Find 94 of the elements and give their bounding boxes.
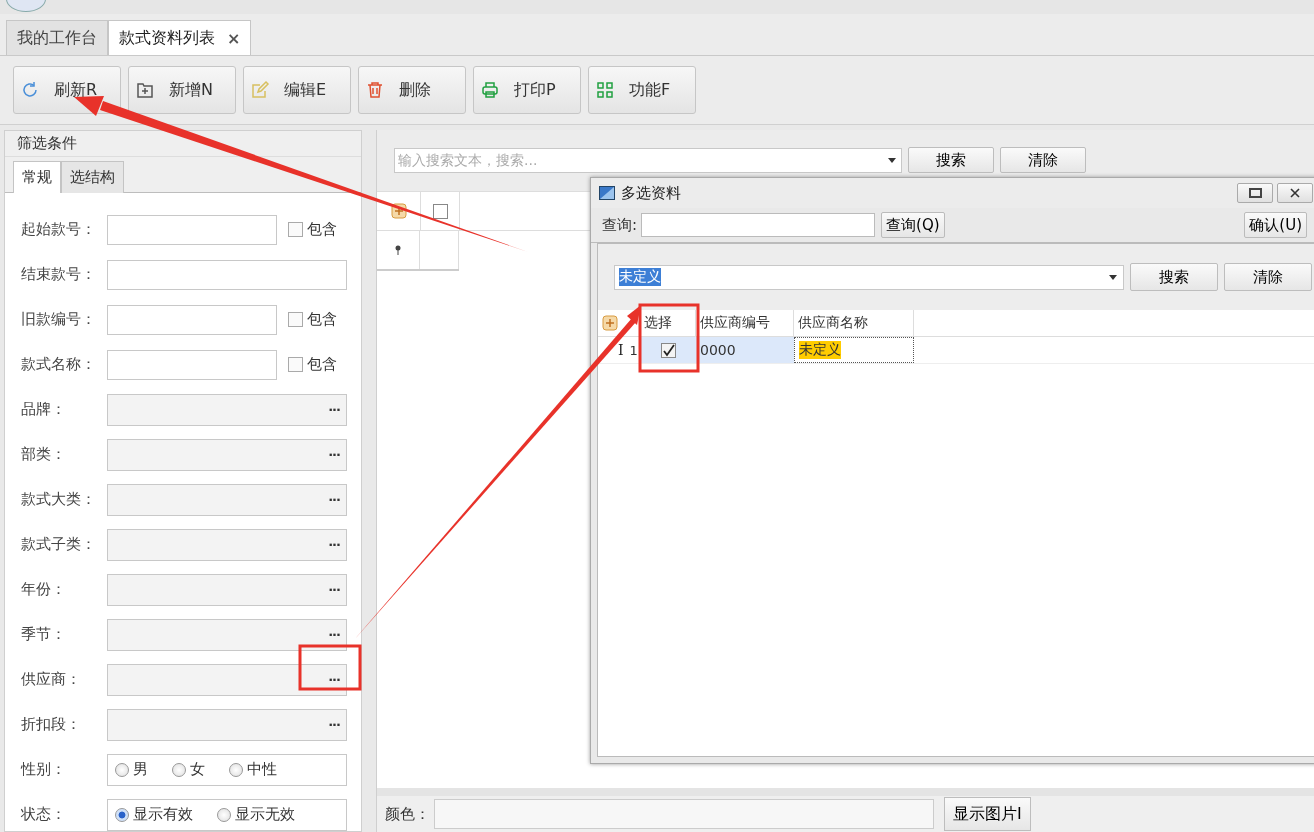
action-button[interactable]: 搜索 <box>1130 263 1218 291</box>
lookup-field[interactable]: ··· <box>107 618 347 651</box>
lookup-field[interactable]: ··· <box>107 708 347 741</box>
field-label: 结束款号： <box>21 265 97 284</box>
radio-button[interactable] <box>217 807 231 822</box>
delete-icon <box>365 80 385 100</box>
input-field[interactable] <box>107 349 277 380</box>
field-label: 起始款号： <box>21 220 97 239</box>
field-label: 部类： <box>21 445 67 464</box>
input-field[interactable] <box>107 259 347 290</box>
tab[interactable]: 选结构 <box>61 161 124 193</box>
radio-button[interactable] <box>115 762 129 777</box>
function-icon <box>595 80 615 100</box>
tab[interactable]: 款式资料列表 × <box>108 20 252 55</box>
column-header[interactable]: 供应商名称 <box>794 310 914 336</box>
lookup-field[interactable]: ··· <box>107 528 347 561</box>
checkbox[interactable] <box>288 357 303 372</box>
field-label: 季节： <box>21 625 67 644</box>
add-icon <box>135 80 155 100</box>
radio-label: 显示无效 <box>235 805 295 824</box>
action-button[interactable]: 搜索 <box>908 147 994 173</box>
edit-icon <box>250 80 270 100</box>
tab[interactable]: 我的工作台 <box>6 20 108 55</box>
maximize-button[interactable] <box>1237 183 1273 203</box>
lookup-field[interactable]: ··· <box>107 663 347 696</box>
field-label: 款式名称： <box>21 355 97 374</box>
lookup-field[interactable]: ··· <box>107 393 347 426</box>
radio-button[interactable] <box>229 762 243 777</box>
field-label: 款式大类： <box>21 490 97 509</box>
close-icon[interactable]: × <box>227 28 241 48</box>
checkbox[interactable] <box>288 312 303 327</box>
toolbar-button[interactable]: 打印P <box>473 66 581 114</box>
confirm-button[interactable]: 确认(U) <box>1244 212 1307 238</box>
field-label: 品牌： <box>21 400 67 419</box>
window-title: 多选资料 <box>621 183 681 203</box>
toolbar-button[interactable]: 新增N <box>128 66 236 114</box>
lookup-field[interactable]: ··· <box>107 483 347 516</box>
field-label: 折扣段： <box>21 715 82 734</box>
radio-label: 中性 <box>247 760 277 779</box>
action-button[interactable]: 清除 <box>1224 263 1312 291</box>
toolbar-button[interactable]: 刷新R <box>13 66 121 114</box>
radio-label: 男 <box>133 760 148 779</box>
print-icon <box>480 80 500 100</box>
row-cursor: I <box>618 342 624 358</box>
radio-label: 女 <box>190 760 205 779</box>
pin-icon <box>394 245 403 255</box>
query-field[interactable] <box>641 213 876 237</box>
caret-icon[interactable] <box>1109 274 1117 280</box>
close-icon <box>1290 188 1300 198</box>
toolbar-button[interactable]: 编辑E <box>243 66 351 114</box>
refresh-icon <box>20 80 40 100</box>
table-cell: 未定义 <box>799 341 841 359</box>
field-label: 旧款编号： <box>21 310 97 329</box>
field-label: 年份： <box>21 580 67 599</box>
toolbar-button[interactable]: 删除 <box>358 66 466 114</box>
table-cell: 0000 <box>696 337 794 363</box>
search-field[interactable]: 输入搜索文本，搜索... <box>394 147 902 173</box>
checkbox-label: 包含 <box>307 220 337 239</box>
action-button[interactable]: 清除 <box>1000 147 1086 173</box>
filter-combo[interactable]: 未定义 <box>614 264 1124 290</box>
field-label: 款式子类： <box>21 535 97 554</box>
field-label: 查询: <box>602 215 638 235</box>
highlight-box <box>298 644 362 691</box>
query-button[interactable]: 查询(Q) <box>881 212 945 238</box>
checkbox-icon[interactable] <box>432 203 448 219</box>
checkbox-label: 包含 <box>307 355 337 374</box>
field-label: 性别： <box>21 760 67 779</box>
radio-label: 显示有效 <box>133 805 193 824</box>
highlight-box <box>638 303 700 373</box>
radio-button[interactable] <box>115 807 129 822</box>
show-image-button[interactable]: 显示图片I <box>944 797 1031 831</box>
column-header[interactable]: 供应商编号 <box>696 310 794 336</box>
field-label: 状态： <box>21 805 67 824</box>
column-header[interactable]: 选择 <box>640 310 696 336</box>
tab[interactable]: 常规 <box>13 161 61 193</box>
lookup-field[interactable]: ··· <box>107 438 347 471</box>
input-field[interactable] <box>107 214 277 245</box>
row-number: 1 <box>629 342 638 358</box>
field-label: 颜色： <box>385 804 430 824</box>
checkbox-label: 包含 <box>307 310 337 329</box>
panel-title: 筛选条件 <box>5 131 361 157</box>
column-chooser-icon[interactable] <box>602 315 618 331</box>
toolbar-button[interactable]: 功能F <box>588 66 696 114</box>
checkbox[interactable] <box>660 342 676 358</box>
checkbox[interactable] <box>288 222 303 237</box>
window-icon <box>599 186 615 200</box>
field-label: 供应商： <box>21 670 82 689</box>
radio-button[interactable] <box>172 762 186 777</box>
lookup-field[interactable]: ··· <box>107 573 347 606</box>
close-button[interactable] <box>1277 183 1313 203</box>
input-field[interactable] <box>434 799 934 829</box>
input-field[interactable] <box>107 304 277 335</box>
maximize-icon <box>1248 188 1262 198</box>
caret-icon[interactable] <box>888 157 896 163</box>
